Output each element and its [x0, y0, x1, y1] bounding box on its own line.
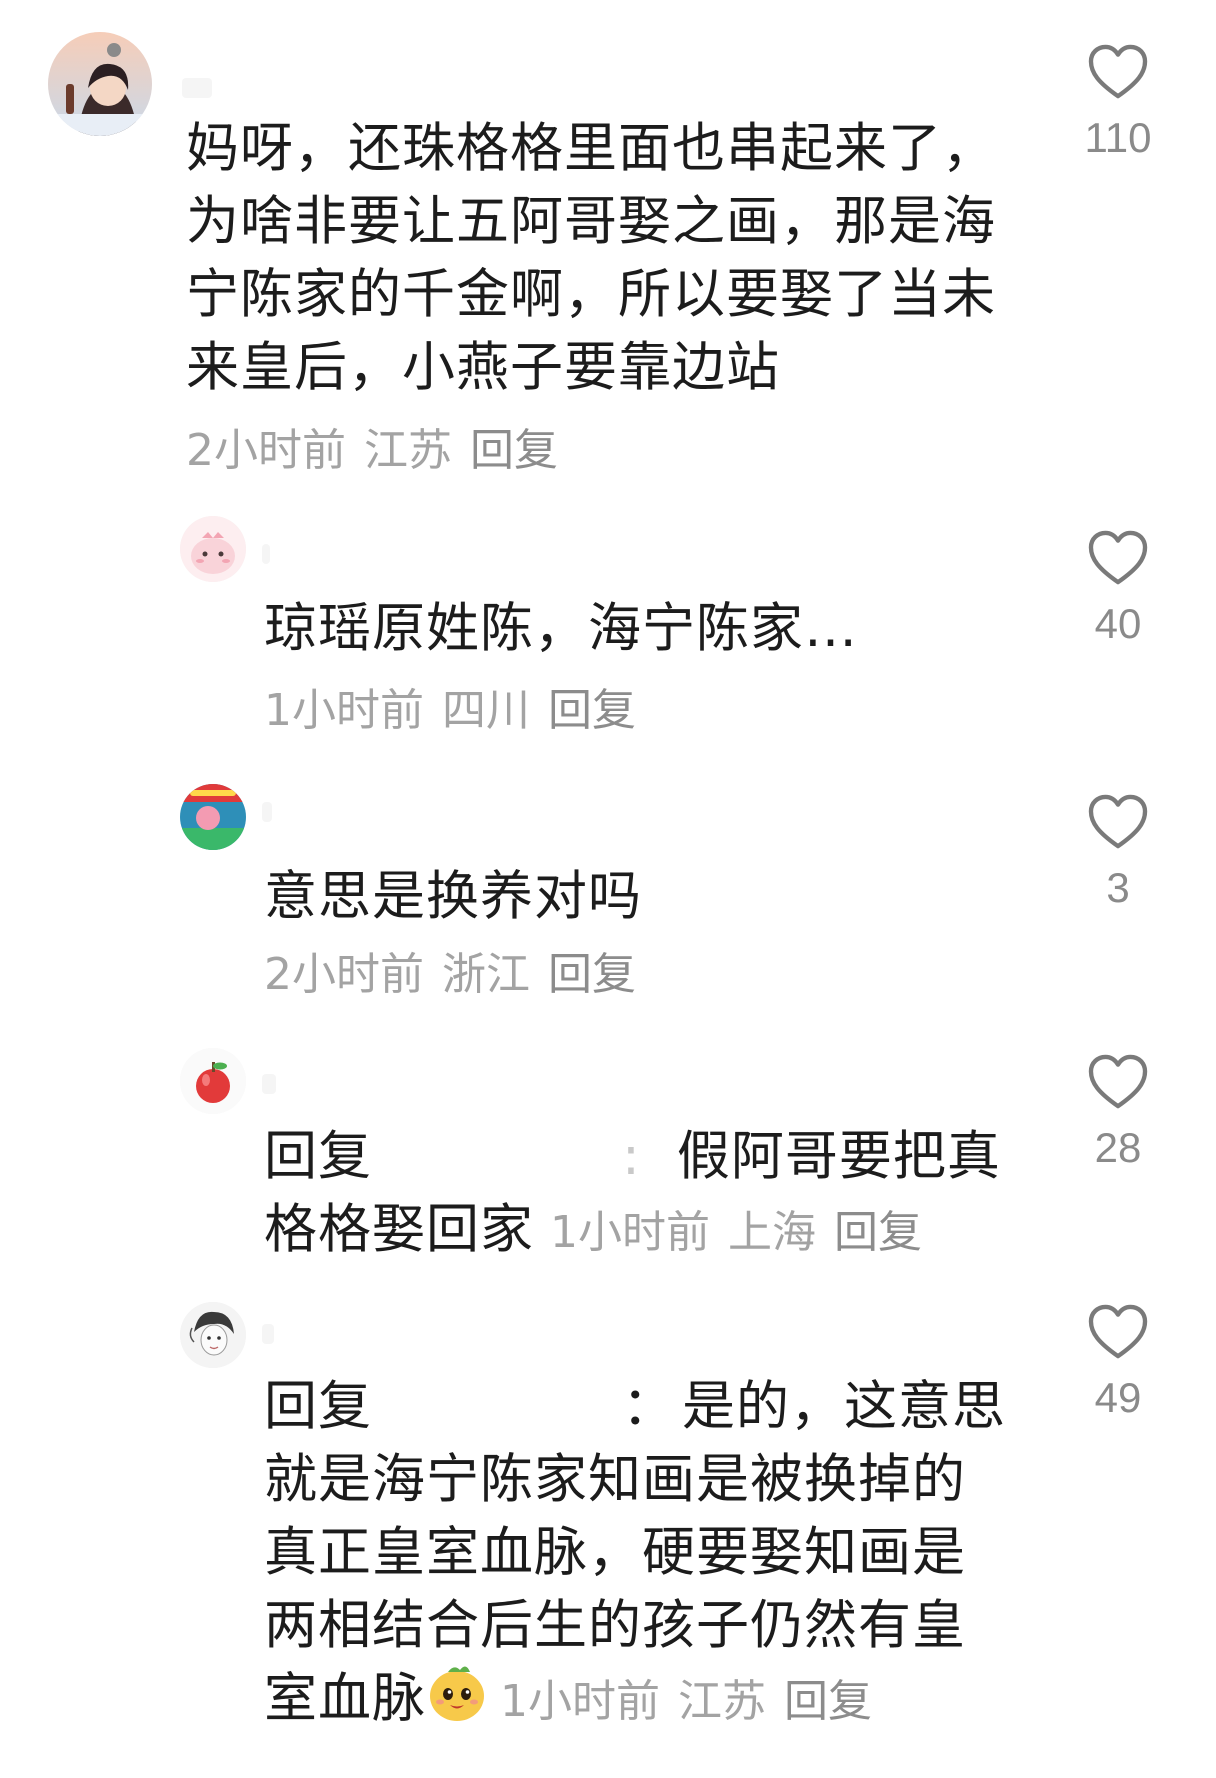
comment-time: 2小时前 [186, 425, 346, 476]
username-redacted[interactable] [262, 1074, 276, 1094]
like-count: 110 [1084, 114, 1152, 161]
reply-button[interactable]: 回复 [784, 1676, 872, 1727]
comment-text-segment: 室血脉 [264, 1668, 426, 1729]
smiling-face-emoji [430, 1666, 484, 1721]
comment-meta: 2小时前 江苏 回复 [186, 414, 576, 478]
sketch-girl-avatar-image [180, 1302, 246, 1368]
like-control[interactable]: 3 [1058, 794, 1178, 912]
comment-text-line: 就是海宁陈家知画是被换掉的 [264, 1449, 966, 1510]
avatar[interactable] [180, 1302, 246, 1368]
comment-location: 江苏 [364, 425, 452, 476]
comment-time: 1小时前 [550, 1207, 710, 1258]
heart-outline-icon[interactable] [1087, 1054, 1149, 1110]
pink-dinosaur-avatar-image [180, 516, 246, 582]
like-count: 28 [1094, 1124, 1142, 1171]
comment-body: 琼瑶原姓陈，海宁陈家… [264, 592, 858, 665]
reply-button[interactable]: 回复 [548, 949, 636, 1000]
comment-text-line: 回复 ：是的，这意思 [264, 1370, 1006, 1443]
reply-item: 回复: 假阿哥要把真 格格娶回家 1小时前 上海 回复 28 [0, 1030, 1216, 1280]
reply-item: 意思是换养对吗 2小时前 浙江 回复 3 [0, 768, 1216, 1018]
mentioned-username-redacted[interactable] [372, 1399, 622, 1419]
comment-text-line: 妈呀，还珠格格里面也串起来了， [186, 118, 996, 179]
avatar[interactable] [48, 32, 152, 136]
apple-avatar-image [180, 1048, 246, 1114]
comment-text-line: 宁陈家的千金啊，所以要娶了当未 [186, 264, 996, 325]
comment-text-line: 两相结合后生的孩子仍然有皇 [264, 1595, 966, 1656]
avatar[interactable] [180, 784, 246, 850]
avatar[interactable] [180, 516, 246, 582]
comment-text-segment: 格格娶回家 [264, 1199, 534, 1260]
comment-text-line: 室血脉 1小时前 江苏 回复 [264, 1662, 1006, 1738]
comment-text-line: 为啥非要让五阿哥娶之画，那是海 [186, 191, 996, 252]
username-redacted[interactable] [262, 1324, 274, 1344]
avatar[interactable] [180, 1048, 246, 1114]
comment-text-line: 真正皇室血脉，硬要娶知画是 [264, 1522, 966, 1583]
comment-meta: 1小时前 上海 回复 [550, 1207, 940, 1258]
reply-prefix: 回复 [264, 1126, 372, 1187]
heart-outline-icon[interactable] [1087, 1304, 1149, 1360]
colorful-game-avatar-image [180, 784, 246, 850]
comment-text-line: 回复: 假阿哥要把真 [264, 1120, 1001, 1193]
username-redacted[interactable] [182, 78, 212, 98]
comment-body: 回复: 假阿哥要把真 格格娶回家 1小时前 上海 回复 [264, 1120, 1001, 1269]
comment-body: 意思是换养对吗 [264, 860, 642, 933]
comment-text-line: 假阿哥要把真 [676, 1126, 1001, 1187]
comment-location: 浙江 [442, 949, 530, 1000]
heart-outline-icon[interactable] [1087, 44, 1149, 100]
comment-time: 1小时前 [500, 1676, 660, 1727]
comment-text-line: 来皇后，小燕子要靠边站 [186, 337, 780, 398]
like-count: 49 [1094, 1374, 1142, 1421]
mentioned-username-redacted[interactable] [372, 1149, 622, 1169]
reply-item: 琼瑶原姓陈，海宁陈家… 1小时前 四川 回复 40 [0, 500, 1216, 750]
like-control[interactable]: 49 [1058, 1304, 1178, 1422]
comment-text-line: 意思是换养对吗 [264, 866, 642, 927]
reply-item: 回复 ：是的，这意思 就是海宁陈家知画是被换掉的 真正皇室血脉，硬要娶知画是 两相… [0, 1282, 1216, 1778]
comment-meta: 1小时前 江苏 回复 [500, 1676, 890, 1727]
reply-prefix: 回复 [264, 1376, 372, 1437]
like-count: 40 [1094, 600, 1142, 647]
like-control[interactable]: 110 [1058, 44, 1178, 162]
comment-meta: 2小时前 浙江 回复 [264, 938, 654, 1002]
comment-text-line: 琼瑶原姓陈，海宁陈家… [264, 598, 858, 659]
comment-body: 回复 ：是的，这意思 就是海宁陈家知画是被换掉的 真正皇室血脉，硬要娶知画是 两相… [264, 1370, 1006, 1738]
comment-text-line: 格格娶回家 1小时前 上海 回复 [264, 1193, 1001, 1269]
heart-outline-icon[interactable] [1087, 794, 1149, 850]
username-redacted[interactable] [262, 544, 270, 564]
reply-button[interactable]: 回复 [548, 685, 636, 736]
comment-location: 上海 [728, 1207, 816, 1258]
comment-body: 妈呀，还珠格格里面也串起来了， 为啥非要让五阿哥娶之画，那是海 宁陈家的千金啊，… [186, 112, 996, 404]
reply-button[interactable]: 回复 [470, 425, 558, 476]
like-count: 3 [1106, 864, 1130, 911]
comment-item: 妈呀，还珠格格里面也串起来了， 为啥非要让五阿哥娶之画，那是海 宁陈家的千金啊，… [0, 0, 1216, 476]
reply-button[interactable]: 回复 [834, 1207, 922, 1258]
comment-meta: 1小时前 四川 回复 [264, 674, 654, 738]
reply-colon: ： [622, 1376, 676, 1437]
like-control[interactable]: 28 [1058, 1054, 1178, 1172]
anime-girl-avatar-image [48, 32, 152, 136]
comment-time: 1小时前 [264, 685, 424, 736]
comment-location: 四川 [442, 685, 530, 736]
username-redacted[interactable] [262, 802, 272, 822]
heart-outline-icon[interactable] [1087, 530, 1149, 586]
comment-text-segment: 是的，这意思 [682, 1376, 1006, 1437]
like-control[interactable]: 40 [1058, 530, 1178, 648]
comment-time: 2小时前 [264, 949, 424, 1000]
reply-colon: : [622, 1126, 641, 1187]
comment-location: 江苏 [678, 1676, 766, 1727]
